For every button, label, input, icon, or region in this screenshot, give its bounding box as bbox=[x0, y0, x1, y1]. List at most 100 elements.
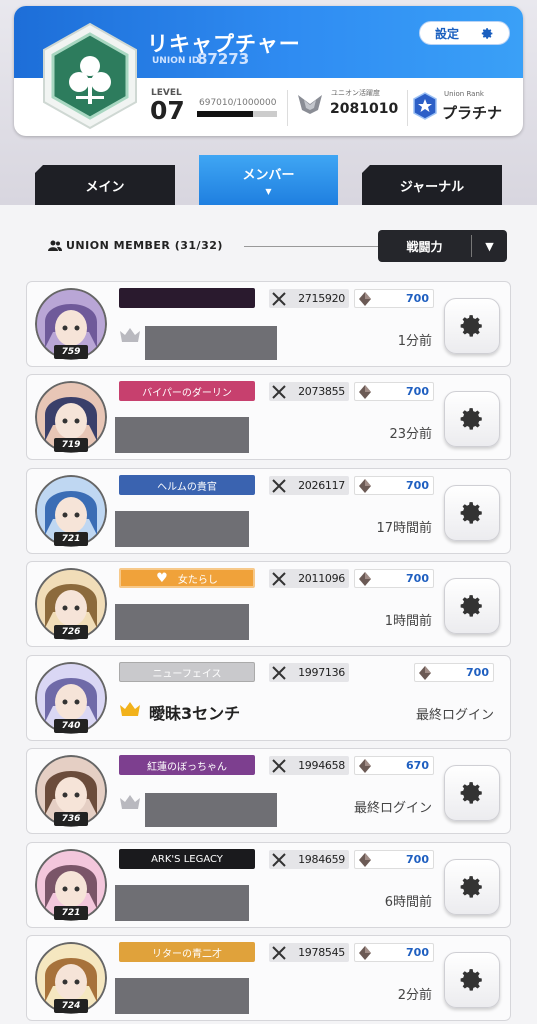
member-level-badge: 759 bbox=[54, 345, 88, 359]
combat-power-value: 2715920 bbox=[298, 292, 345, 305]
activity-icon bbox=[298, 95, 322, 114]
member-settings-button[interactable] bbox=[444, 391, 500, 447]
last-login: 最終ログイン bbox=[353, 801, 432, 816]
member-card: 721 ヘルムの貴官 2026117 700 17時間前 bbox=[26, 468, 511, 554]
members-icon bbox=[48, 240, 62, 251]
member-settings-button[interactable] bbox=[444, 765, 500, 821]
settings-button[interactable]: 設定 bbox=[419, 21, 510, 45]
gem-count-value: 670 bbox=[406, 759, 429, 772]
crown-icon bbox=[120, 795, 140, 809]
member-level-badge: 721 bbox=[54, 532, 88, 546]
member-title-text: ヘルムの貴官 bbox=[157, 481, 217, 493]
combat-power-value: 2011096 bbox=[298, 572, 345, 585]
gem-icon bbox=[355, 757, 375, 774]
platinum-rank-icon bbox=[413, 92, 437, 120]
member-title-badge: 紅蓮のぼっちゃん bbox=[119, 755, 255, 775]
combat-power-value: 1997136 bbox=[298, 666, 345, 679]
divider bbox=[244, 246, 378, 247]
member-card: 740 ニューフェイス 1997136 700 曖昧3センチ 最終ログイン bbox=[26, 655, 511, 741]
crossed-swords-icon bbox=[269, 756, 289, 775]
gem-count-value: 700 bbox=[406, 479, 429, 492]
member-title-badge: ニューフェイス bbox=[119, 662, 255, 682]
crossed-swords-icon bbox=[269, 476, 289, 495]
member-card: 759 2715920 700 1分前 bbox=[26, 281, 511, 367]
member-level-badge: 740 bbox=[54, 719, 88, 733]
member-settings-button[interactable] bbox=[444, 298, 500, 354]
divider bbox=[287, 90, 288, 126]
last-login: 1時間前 bbox=[384, 614, 432, 629]
activity-value: 2081010 bbox=[330, 101, 399, 117]
gem-count: 700 bbox=[354, 382, 434, 401]
last-login: 17時間前 bbox=[376, 521, 432, 536]
exp-bar-fill bbox=[197, 111, 253, 117]
tab-members[interactable]: メンバー ▼ bbox=[199, 155, 338, 205]
settings-label: 設定 bbox=[434, 26, 459, 41]
member-card: 721ARK'S LEGACY1984659700ビ6時間前 bbox=[26, 842, 511, 928]
gem-icon bbox=[355, 851, 375, 868]
exp-text: 697010/1000000 bbox=[199, 98, 277, 108]
gear-icon bbox=[460, 502, 482, 524]
gem-count: 700 bbox=[354, 569, 434, 588]
last-login: 最終ログイン bbox=[415, 708, 494, 723]
union-header-card: リキャプチャー UNION ID 87273 設定 LEVEL 07 69701… bbox=[14, 6, 523, 136]
crossed-swords-icon bbox=[269, 943, 289, 962]
member-title-text: バイパーのダーリン bbox=[142, 387, 232, 399]
member-card: 736 紅蓮のぼっちゃん 1994658 670 最終ログイン bbox=[26, 748, 511, 834]
gear-icon bbox=[460, 408, 482, 430]
tab-label: メンバー bbox=[242, 168, 295, 183]
tab-label: メイン bbox=[85, 179, 125, 195]
member-level-badge: 724 bbox=[54, 999, 88, 1013]
gem-count-value: 700 bbox=[406, 853, 429, 866]
gem-icon bbox=[355, 477, 375, 494]
gem-count: 700 bbox=[354, 289, 434, 308]
last-login: 6時間前 bbox=[384, 895, 432, 910]
gem-count-value: 700 bbox=[406, 385, 429, 398]
combat-power-value: 2026117 bbox=[298, 479, 345, 492]
member-settings-button[interactable] bbox=[444, 578, 500, 634]
member-title-badge bbox=[119, 288, 255, 308]
gem-count: 700 bbox=[354, 943, 434, 962]
union-id: 87273 bbox=[197, 50, 250, 68]
rank-value: プラチナ bbox=[442, 104, 503, 122]
gear-icon bbox=[460, 876, 482, 898]
member-title-text: 女たらし bbox=[177, 574, 218, 586]
last-login: 1分前 bbox=[397, 334, 432, 349]
gem-icon bbox=[415, 664, 435, 681]
member-settings-button[interactable] bbox=[444, 952, 500, 1008]
gem-icon bbox=[355, 290, 375, 307]
combat-power: 1984659 bbox=[269, 850, 349, 869]
crossed-swords-icon bbox=[269, 850, 289, 869]
gem-count-value: 700 bbox=[406, 292, 429, 305]
gear-icon bbox=[460, 595, 482, 617]
divider bbox=[407, 90, 408, 126]
member-card: 724 リターの青二才 1978545 700 2分前 bbox=[26, 935, 511, 1021]
combat-power: 2073855 bbox=[269, 382, 349, 401]
tab-label: ジャーナル bbox=[399, 179, 465, 195]
chevron-down-icon: ▼ bbox=[265, 187, 272, 196]
crossed-swords-icon bbox=[269, 382, 289, 401]
tab-journal[interactable]: ジャーナル bbox=[362, 165, 502, 205]
combat-power: 2026117 bbox=[269, 476, 349, 495]
member-card: 719 バイパーのダーリン 2073855 700 23分前 bbox=[26, 374, 511, 460]
redacted-name bbox=[115, 978, 249, 1014]
crown-icon bbox=[120, 328, 140, 342]
gem-count: 700 bbox=[414, 663, 494, 682]
combat-power: 2011096 bbox=[269, 569, 349, 588]
redacted-name bbox=[115, 511, 249, 547]
gem-count-value: 700 bbox=[406, 946, 429, 959]
sort-dropdown[interactable]: 戦闘力 ▼ bbox=[378, 230, 507, 262]
redacted-name bbox=[145, 326, 277, 360]
union-level: 07 bbox=[150, 96, 185, 125]
member-level-badge: 719 bbox=[54, 438, 88, 452]
member-title-badge: ヘルムの貴官 bbox=[119, 475, 255, 495]
member-settings-button[interactable] bbox=[444, 485, 500, 541]
combat-power-value: 2073855 bbox=[298, 385, 345, 398]
member-settings-button[interactable] bbox=[444, 859, 500, 915]
combat-power: 1978545 bbox=[269, 943, 349, 962]
union-emblem-icon bbox=[43, 22, 137, 130]
chevron-down-icon: ▼ bbox=[485, 239, 494, 253]
gem-count-value: 700 bbox=[406, 572, 429, 585]
combat-power: 1997136 bbox=[269, 663, 349, 682]
tab-main[interactable]: メイン bbox=[35, 165, 175, 205]
activity-label: ユニオン活躍度 bbox=[331, 89, 380, 97]
